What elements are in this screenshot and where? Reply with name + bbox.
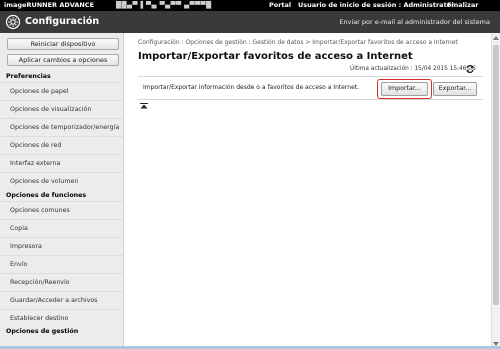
top-bar: imageRUNNER ADVANCE ██▄▀▐ ▀▄ ▀▄▀▀ ▄▀▀▀█ … — [0, 0, 500, 20]
sidebar-item-send[interactable]: Envío — [0, 255, 123, 272]
sidebar-section-preferences: Preferencias — [6, 73, 51, 80]
product-name: imageRUNNER ADVANCE — [4, 1, 95, 9]
sidebar-item-printer[interactable]: Impresora — [0, 237, 123, 254]
import-button[interactable]: Importar... — [381, 82, 428, 96]
sidebar-item-store-access-files[interactable]: Guardar/Acceder a archivos — [0, 291, 123, 308]
sidebar-item-network[interactable]: Opciones de red — [0, 136, 123, 153]
export-button[interactable]: Exportar... — [433, 82, 477, 96]
sidebar-item-display[interactable]: Opciones de visualización — [0, 100, 123, 117]
title-bar: Configuración Enviar por e-mail al admin… — [0, 11, 500, 33]
sidebar-item-external-interface[interactable]: Interfaz externa — [0, 154, 123, 171]
sidebar-item-timer-energy[interactable]: Opciones de temporizador/energía — [0, 118, 123, 135]
refresh-icon[interactable] — [465, 64, 475, 74]
sidebar-item-volume[interactable]: Opciones de volumen — [0, 172, 123, 189]
last-updated-text: Última actualización : 15/04 2015 15:46:… — [350, 66, 476, 72]
row-description: Importar/Exportar información desde o a … — [143, 84, 360, 91]
sidebar: Reiniciar dispositivo Aplicar cambios a … — [0, 33, 124, 349]
back-to-top-icon[interactable] — [140, 103, 148, 109]
sidebar-section-management: Opciones de gestión — [6, 328, 79, 335]
page-header-title: Configuración — [25, 16, 100, 27]
sidebar-item-copy[interactable]: Copia — [0, 219, 123, 236]
sidebar-item-receive-forward[interactable]: Recepción/Reenvío — [0, 273, 123, 290]
vertical-scrollbar[interactable] — [491, 33, 500, 349]
restart-device-button[interactable]: Reiniciar dispositivo — [7, 38, 119, 50]
scrollbar-thumb[interactable] — [493, 45, 499, 305]
sidebar-section-functions: Opciones de funciones — [6, 192, 87, 199]
scroll-up-icon[interactable] — [493, 36, 499, 40]
login-user: Usuario de inicio de sesión : Administra… — [298, 1, 455, 9]
page-title: Importar/Exportar favoritos de acceso a … — [138, 51, 413, 62]
breadcrumb: Configuración : Opciones de gestión : Ge… — [138, 39, 458, 46]
gear-icon — [5, 14, 21, 30]
device-name: ██▄▀▐ ▀▄ ▀▄▀▀ ▄▀▀▀█ — [116, 1, 212, 9]
sidebar-item-common[interactable]: Opciones comunes — [0, 201, 123, 218]
apply-changes-button[interactable]: Aplicar cambios a opciones — [7, 54, 119, 66]
email-admin-link[interactable]: Enviar por e-mail al administrador del s… — [339, 11, 490, 33]
sidebar-item-set-destination[interactable]: Establecer destino — [0, 309, 123, 326]
portal-link[interactable]: Portal — [269, 0, 291, 11]
sidebar-item-paper[interactable]: Opciones de papel — [0, 82, 123, 99]
